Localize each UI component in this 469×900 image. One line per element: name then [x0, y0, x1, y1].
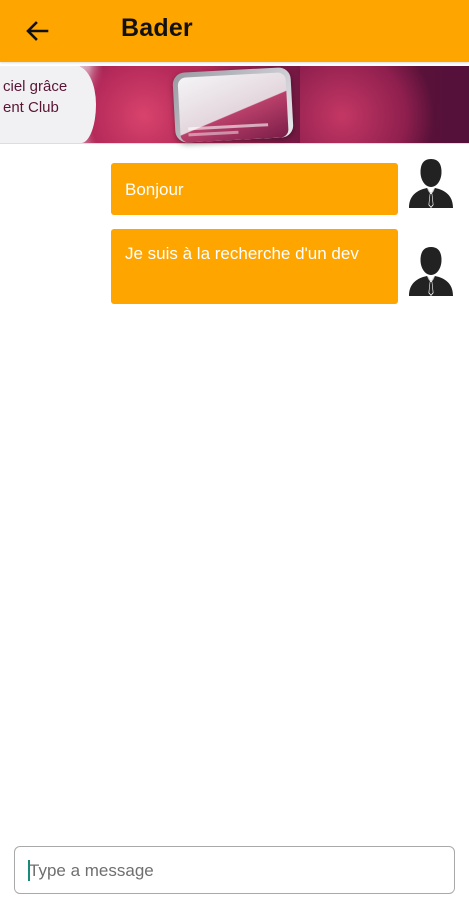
user-silhouette-icon	[408, 246, 454, 296]
text-cursor	[28, 860, 30, 881]
banner-text-line1: ciel grâce	[3, 78, 68, 95]
banner-phone-detail	[188, 130, 239, 137]
user-silhouette-icon	[408, 158, 454, 208]
message-list[interactable]: Bonjour Je suis à la recherche d'un dev	[0, 143, 469, 833]
banner-phone-detail	[188, 123, 269, 131]
message-bubble[interactable]: Bonjour	[111, 163, 398, 215]
message-text: Je suis à la recherche d'un dev	[125, 244, 359, 263]
message-input[interactable]	[27, 847, 441, 894]
message-composer[interactable]	[14, 846, 455, 894]
message-bubble[interactable]: Je suis à la recherche d'un dev	[111, 229, 398, 304]
app-bar: Bader	[0, 0, 469, 62]
banner-decoration	[300, 66, 440, 143]
arrow-left-icon	[26, 21, 49, 41]
conversation-title: Bader	[121, 14, 193, 42]
banner-phone-screen	[177, 72, 289, 143]
back-button[interactable]	[22, 17, 52, 45]
message-text: Bonjour	[125, 180, 184, 199]
banner-text-line2: ent Club	[3, 99, 59, 116]
banner-phone-image	[172, 66, 294, 144]
